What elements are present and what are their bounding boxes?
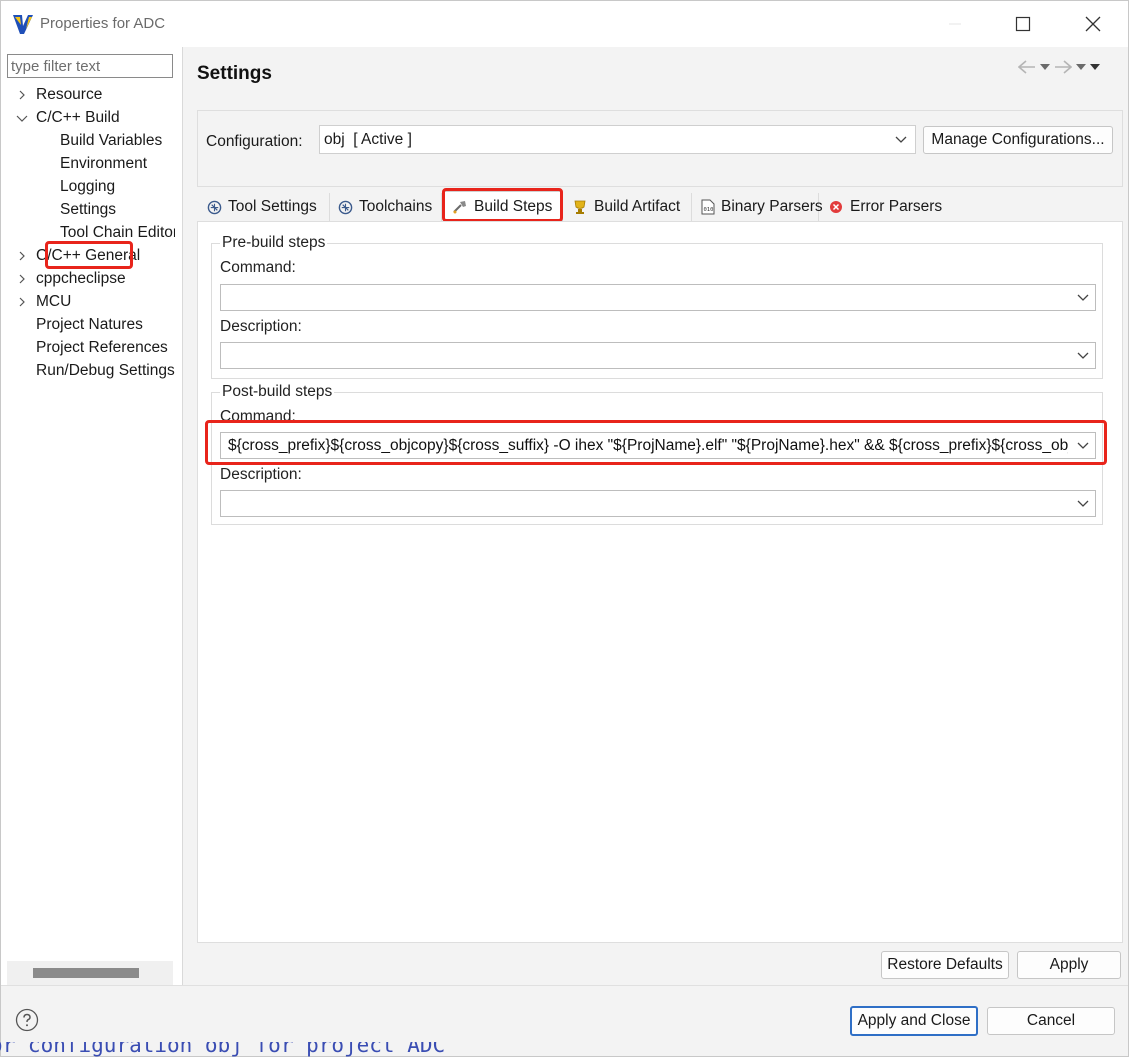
post-build-description-combo[interactable] xyxy=(220,490,1096,517)
manage-configurations-button[interactable]: Manage Configurations... xyxy=(923,126,1113,154)
tree-item-label: MCU xyxy=(36,293,72,310)
view-menu-icon[interactable] xyxy=(1090,63,1100,71)
chevron-down-icon[interactable] xyxy=(15,106,29,129)
forward-dropdown-icon[interactable] xyxy=(1076,63,1086,71)
tree-item-build-variables[interactable]: Build Variables xyxy=(60,129,162,152)
chevron-right-icon[interactable] xyxy=(15,244,29,267)
chevron-right-icon[interactable] xyxy=(15,267,29,290)
back-dropdown-icon[interactable] xyxy=(1040,63,1050,71)
tab-label: Build Artifact xyxy=(594,198,681,215)
cancel-button[interactable]: Cancel xyxy=(987,1007,1115,1035)
forward-arrow-icon[interactable] xyxy=(1054,60,1072,74)
tree-item-label: C/C++ Build xyxy=(36,109,120,126)
close-icon xyxy=(1085,16,1101,32)
tab-binary-parsers[interactable]: 010 Binary Parsers xyxy=(693,193,823,221)
pre-build-legend: Pre-build steps xyxy=(220,234,328,252)
tree-item-label: Resource xyxy=(36,86,103,103)
tab-label: Toolchains xyxy=(359,198,433,215)
chevron-down-icon xyxy=(895,126,907,153)
help-icon[interactable] xyxy=(15,1008,39,1032)
properties-dialog: Properties for ADC Resource C/C++ Build xyxy=(0,0,1129,1057)
post-build-legend: Post-build steps xyxy=(220,383,335,401)
horizontal-scrollbar[interactable] xyxy=(7,961,173,985)
pre-build-description-label: Description: xyxy=(220,318,302,335)
title-bar: Properties for ADC xyxy=(1,1,1128,47)
pre-build-command-label: Command: xyxy=(220,259,296,276)
window-title: Properties for ADC xyxy=(40,15,166,32)
tab-build-artifact[interactable]: Build Artifact xyxy=(564,193,692,221)
pre-build-command-combo[interactable] xyxy=(220,284,1096,311)
tree-item-label: cppcheclipse xyxy=(36,270,126,287)
pre-build-group: Pre-build steps Command: Description: xyxy=(211,234,1103,379)
background-console-text: or configuration obj for project ADC xyxy=(0,1042,1129,1057)
tab-label: Error Parsers xyxy=(850,198,943,215)
filter-input[interactable] xyxy=(7,54,173,78)
build-steps-panel: Pre-build steps Command: Description: Po… xyxy=(197,221,1123,943)
apply-and-close-button[interactable]: Apply and Close xyxy=(850,1006,978,1036)
settings-page: Settings Configuration: obj [ Active ] M… xyxy=(184,47,1128,985)
page-navigation xyxy=(1018,57,1118,77)
pre-build-description-combo[interactable] xyxy=(220,342,1096,369)
tree-item-project-references[interactable]: Project References xyxy=(36,336,168,359)
configuration-value: obj [ Active ] xyxy=(324,131,412,148)
minimize-button[interactable] xyxy=(927,1,983,47)
configuration-bar: Configuration: obj [ Active ] Manage Con… xyxy=(197,110,1123,187)
close-button[interactable] xyxy=(1065,1,1121,47)
build-steps-highlight-box xyxy=(442,188,563,222)
property-page-tree-panel: Resource C/C++ Build Build Variables Env… xyxy=(1,47,183,985)
tab-label: Binary Parsers xyxy=(721,198,823,215)
tree-item-run-debug-settings[interactable]: Run/Debug Settings xyxy=(36,359,175,382)
tree-item-project-natures[interactable]: Project Natures xyxy=(36,313,143,336)
apply-button[interactable]: Apply xyxy=(1017,951,1121,979)
tree-item-environment[interactable]: Environment xyxy=(60,152,147,175)
error-parsers-icon xyxy=(828,199,844,215)
binary-parsers-icon: 010 xyxy=(701,199,715,215)
tab-toolchains[interactable]: Toolchains xyxy=(329,193,442,221)
restore-defaults-button[interactable]: Restore Defaults xyxy=(881,951,1009,979)
tree-item-settings[interactable]: Settings xyxy=(60,198,116,221)
maximize-icon xyxy=(1015,16,1031,32)
tab-error-parsers[interactable]: Error Parsers xyxy=(820,193,946,221)
app-logo-icon xyxy=(13,15,33,34)
configuration-label: Configuration: xyxy=(206,133,303,150)
build-artifact-icon xyxy=(572,199,588,215)
chevron-down-icon[interactable] xyxy=(1077,285,1089,310)
toolchains-icon xyxy=(337,199,353,215)
console-line: or configuration obj for project ADC xyxy=(0,1042,446,1057)
maximize-button[interactable] xyxy=(995,1,1051,47)
configuration-select[interactable]: obj [ Active ] xyxy=(319,125,916,154)
post-build-command-highlight-box xyxy=(205,420,1107,465)
tool-settings-icon xyxy=(206,199,222,215)
chevron-down-icon[interactable] xyxy=(1077,343,1089,368)
settings-highlight-box xyxy=(45,241,133,269)
chevron-right-icon[interactable] xyxy=(15,290,29,313)
chevron-right-icon[interactable] xyxy=(15,83,29,106)
post-build-description-label: Description: xyxy=(220,466,302,483)
tab-label: Tool Settings xyxy=(228,198,317,215)
back-arrow-icon[interactable] xyxy=(1018,60,1036,74)
svg-text:010: 010 xyxy=(704,207,714,213)
tab-tool-settings[interactable]: Tool Settings xyxy=(198,193,330,221)
scrollbar-thumb[interactable] xyxy=(33,968,139,978)
minimize-icon xyxy=(949,23,961,25)
tree-item-logging[interactable]: Logging xyxy=(60,175,115,198)
chevron-down-icon[interactable] xyxy=(1077,491,1089,516)
page-title: Settings xyxy=(197,63,272,84)
